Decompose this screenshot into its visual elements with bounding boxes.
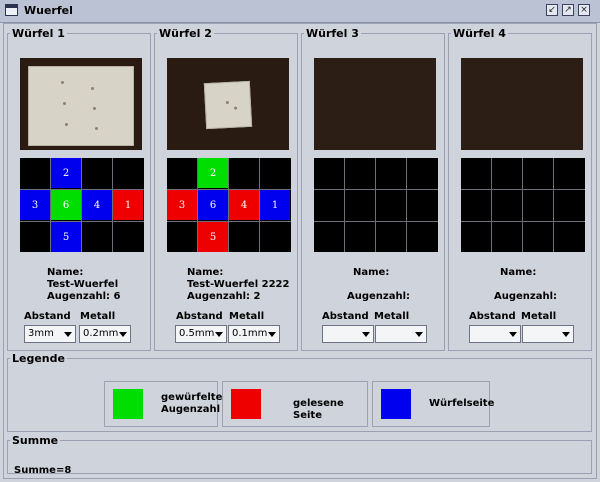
legend-swatch-red xyxy=(231,389,261,419)
face-left: 3 xyxy=(167,190,197,220)
legend-swatch-blue xyxy=(381,389,411,419)
maximize-icon[interactable]: ↗ xyxy=(562,4,574,16)
name-value: Test-Wuerfel xyxy=(47,279,119,290)
cube-photo xyxy=(461,58,583,150)
dropdown-arrow-icon xyxy=(215,332,223,337)
dropdown-arrow-icon xyxy=(268,332,276,337)
face-top: 2 xyxy=(51,158,81,188)
augenzahl-label: Augenzahl: xyxy=(347,291,411,302)
title-bar: Wuerfel ↙ ↗ × xyxy=(0,0,600,23)
dropdown-arrow-icon xyxy=(119,332,127,337)
abstand-select[interactable] xyxy=(322,325,374,343)
name-label: Name: xyxy=(47,267,84,278)
cube-net xyxy=(461,158,585,252)
dropdown-arrow-icon xyxy=(64,332,72,337)
cube-net xyxy=(314,158,438,252)
close-icon[interactable]: × xyxy=(578,4,590,16)
face-bottom: 5 xyxy=(198,222,228,252)
cube-photo xyxy=(20,58,142,150)
cube-panel-4: Würfel 4 Name: Augenzahl: Abstand Metall xyxy=(448,27,592,351)
abstand-select[interactable] xyxy=(469,325,521,343)
legend-panel: Legende gewürfelte Augenzahl gelesene Se… xyxy=(7,352,592,432)
cube-photo xyxy=(167,58,289,150)
cube-title: Würfel 3 xyxy=(306,27,359,40)
dropdown-arrow-icon xyxy=(562,332,570,337)
dropdown-arrow-icon xyxy=(362,332,370,337)
name-value: Test-Wuerfel 2222 xyxy=(187,279,290,290)
summe-panel: Summe Summe=8 xyxy=(7,434,592,476)
name-label: Name: xyxy=(187,267,224,278)
metall-label: Metall xyxy=(229,311,265,322)
face-left: 3 xyxy=(20,190,50,220)
window-icon xyxy=(5,4,18,16)
summe-value: Summe=8 xyxy=(14,465,72,476)
augenzahl-label: Augenzahl: 6 xyxy=(47,291,121,302)
cube-panel-1: Würfel 1 2 3 6 4 1 5 Name: Test-Wuerfel … xyxy=(7,27,151,351)
legend-item: gewürfelte Augenzahl xyxy=(104,381,223,427)
face-center: 6 xyxy=(198,190,228,220)
abstand-label: Abstand xyxy=(469,311,516,322)
face-far: 1 xyxy=(113,190,143,220)
dropdown-arrow-icon xyxy=(415,332,423,337)
metall-select[interactable]: 0.2mm xyxy=(79,325,131,343)
cube-net: 2 3 6 4 1 5 xyxy=(167,158,291,252)
cube-title: Würfel 2 xyxy=(159,27,212,40)
metall-select[interactable] xyxy=(522,325,574,343)
metall-label: Metall xyxy=(521,311,557,322)
abstand-select[interactable]: 3mm xyxy=(24,325,76,343)
abstand-label: Abstand xyxy=(24,311,71,322)
cube-panel-2: Würfel 2 2 3 6 4 1 5 Name: Test-Wuerfel … xyxy=(154,27,298,351)
abstand-label: Abstand xyxy=(322,311,369,322)
cube-panel-3: Würfel 3 Name: Augenzahl: Abstand Metall xyxy=(301,27,445,351)
legend-item: Würfelseite xyxy=(372,381,494,427)
name-label: Name: xyxy=(353,267,390,278)
face-top: 2 xyxy=(198,158,228,188)
metall-label: Metall xyxy=(80,311,116,322)
metall-label: Metall xyxy=(374,311,410,322)
metall-select[interactable] xyxy=(375,325,427,343)
cube-title: Würfel 1 xyxy=(12,27,65,40)
legend-label: gelesene Seite xyxy=(293,398,344,421)
metall-select[interactable]: 0.1mm xyxy=(228,325,280,343)
main-panel: Würfel 1 2 3 6 4 1 5 Name: Test-Wuerfel … xyxy=(3,23,597,479)
augenzahl-label: Augenzahl: 2 xyxy=(187,291,261,302)
cube-net: 2 3 6 4 1 5 xyxy=(20,158,144,252)
cube-photo xyxy=(314,58,436,150)
abstand-select[interactable]: 0.5mm xyxy=(175,325,227,343)
legend-label: Würfelseite xyxy=(429,398,495,409)
abstand-label: Abstand xyxy=(176,311,223,322)
legend-swatch-green xyxy=(113,389,143,419)
face-right: 4 xyxy=(229,190,259,220)
name-label: Name: xyxy=(500,267,537,278)
face-right: 4 xyxy=(82,190,112,220)
cube-title: Würfel 4 xyxy=(453,27,506,40)
legend-title: Legende xyxy=(12,352,65,365)
minimize-icon[interactable]: ↙ xyxy=(546,4,558,16)
face-far: 1 xyxy=(260,190,290,220)
window-title: Wuerfel xyxy=(24,4,73,17)
augenzahl-label: Augenzahl: xyxy=(494,291,558,302)
summe-title: Summe xyxy=(12,434,59,447)
face-bottom: 5 xyxy=(51,222,81,252)
dropdown-arrow-icon xyxy=(509,332,517,337)
legend-item: gelesene Seite xyxy=(222,381,368,427)
face-center: 6 xyxy=(51,190,81,220)
legend-label: gewürfelte Augenzahl xyxy=(161,392,223,415)
